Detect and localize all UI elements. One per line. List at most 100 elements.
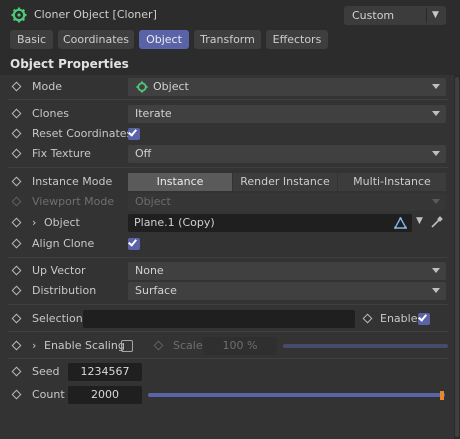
keyframe-icon[interactable] — [362, 313, 373, 324]
enable-label: Enable — [380, 312, 418, 325]
count-input[interactable]: 2000 — [68, 386, 142, 404]
align-clone-row: Align Clone — [0, 234, 454, 254]
caret-down-icon: ▼ — [432, 10, 439, 20]
section-title: Object Properties — [10, 57, 129, 71]
tab-object[interactable]: Object — [139, 30, 189, 49]
keyframe-icon[interactable] — [11, 340, 22, 351]
enable-checkbox[interactable] — [418, 312, 430, 325]
scale-label: Scale — [173, 339, 203, 352]
distribution-row: Distribution Surface — [0, 281, 454, 301]
caret-down-icon — [432, 84, 440, 89]
cloner-gear-icon — [11, 7, 27, 23]
seed-row: Seed 1234567 — [0, 362, 454, 382]
keyframe-icon[interactable] — [11, 176, 22, 187]
keyframe-icon[interactable] — [11, 285, 22, 296]
enable-scaling-row: › Enable Scaling Scale 100 % — [0, 336, 454, 356]
viewport-mode-value: Object — [135, 195, 171, 208]
up-vector-value: None — [135, 264, 164, 277]
selection-link-field[interactable] — [83, 310, 355, 328]
up-vector-label: Up Vector — [32, 264, 86, 277]
divider — [8, 99, 448, 100]
caret-down-icon[interactable]: ▼ — [416, 216, 423, 226]
clones-row: Clones Iterate — [0, 104, 454, 124]
attribute-header: Cloner Object [Cloner] Custom ▼ — [0, 0, 460, 30]
divider — [8, 331, 448, 332]
keyframe-icon[interactable] — [11, 313, 22, 324]
instance-mode-multi-instance[interactable]: Multi-Instance — [338, 173, 446, 191]
mode-dropdown[interactable]: Object — [128, 78, 446, 96]
align-clone-label: Align Clone — [32, 237, 95, 250]
caret-down-icon — [432, 268, 440, 273]
divider — [8, 257, 448, 258]
preset-label: Custom — [352, 9, 395, 22]
check-icon — [418, 312, 427, 322]
preset-separator — [426, 8, 427, 23]
divider — [8, 167, 448, 168]
clones-value: Iterate — [135, 107, 172, 120]
mode-row: Mode Object — [0, 77, 454, 97]
instance-mode-label: Instance Mode — [32, 175, 113, 188]
viewport-mode-label: Viewport Mode — [32, 195, 115, 208]
scale-slider — [283, 344, 448, 348]
tab-basic[interactable]: Basic — [10, 30, 53, 49]
reset-coordinates-checkbox[interactable] — [128, 127, 140, 140]
keyframe-icon[interactable] — [11, 128, 22, 139]
cloner-gear-icon — [136, 81, 148, 93]
viewport-mode-row: Viewport Mode Object — [0, 192, 454, 212]
expand-chevron-icon[interactable]: › — [32, 339, 36, 352]
seed-label: Seed — [32, 365, 60, 378]
clones-dropdown[interactable]: Iterate — [128, 105, 446, 123]
caret-down-icon — [432, 288, 440, 293]
count-label: Count — [32, 388, 65, 401]
distribution-label: Distribution — [32, 284, 97, 297]
tab-coordinates[interactable]: Coordinates — [58, 30, 134, 49]
caret-down-icon — [432, 111, 440, 116]
mode-label: Mode — [32, 80, 62, 93]
selection-label: Selection — [32, 312, 83, 325]
mode-value: Object — [153, 80, 189, 93]
fix-texture-dropdown[interactable]: Off — [128, 145, 446, 163]
caret-down-icon — [432, 199, 440, 204]
expand-chevron-icon[interactable]: › — [32, 216, 36, 229]
instance-mode-instance[interactable]: Instance — [128, 173, 232, 191]
eyedropper-icon[interactable] — [430, 216, 443, 229]
enable-scaling-checkbox[interactable] — [121, 340, 133, 352]
reset-coordinates-label: Reset Coordinates — [32, 127, 133, 140]
distribution-dropdown[interactable]: Surface — [128, 282, 446, 300]
count-row: Count 2000 — [0, 385, 454, 405]
preset-dropdown[interactable]: Custom ▼ — [344, 6, 446, 25]
instance-mode-render-instance[interactable]: Render Instance — [233, 173, 337, 191]
selection-row: Selection Enable — [0, 309, 454, 329]
tab-effectors[interactable]: Effectors — [266, 30, 328, 49]
tab-transform[interactable]: Transform — [194, 30, 261, 49]
check-icon — [128, 237, 137, 247]
keyframe-icon[interactable] — [11, 366, 22, 377]
count-slider-handle[interactable] — [440, 391, 444, 400]
keyframe-icon[interactable] — [11, 238, 22, 249]
viewport-mode-dropdown: Object — [128, 193, 446, 211]
instance-mode-row: Instance Mode Instance Render Instance M… — [0, 172, 454, 192]
caret-down-icon — [432, 151, 440, 156]
up-vector-row: Up Vector None — [0, 261, 454, 281]
scale-input: 100 % — [203, 337, 277, 355]
fix-texture-row: Fix Texture Off — [0, 144, 454, 164]
keyframe-icon[interactable] — [11, 81, 22, 92]
up-vector-dropdown[interactable]: None — [128, 262, 446, 280]
enable-scaling-label: Enable Scaling — [44, 339, 125, 352]
keyframe-icon[interactable] — [11, 389, 22, 400]
align-clone-checkbox[interactable] — [128, 237, 140, 250]
count-slider[interactable] — [148, 393, 445, 397]
divider — [8, 358, 448, 359]
keyframe-icon[interactable] — [11, 108, 22, 119]
object-link-field[interactable]: Plane.1 (Copy) — [128, 214, 412, 232]
keyframe-icon[interactable] — [11, 217, 22, 228]
plane-object-icon — [394, 217, 407, 229]
seed-input[interactable]: 1234567 — [68, 363, 142, 381]
reset-coordinates-row: Reset Coordinates — [0, 124, 454, 144]
keyframe-icon[interactable] — [11, 148, 22, 159]
scrollbar-thumb[interactable] — [455, 77, 459, 437]
scrollbar[interactable] — [454, 75, 460, 439]
object-row: › Object Plane.1 (Copy) ▼ — [0, 213, 454, 233]
keyframe-icon[interactable] — [11, 265, 22, 276]
check-icon — [128, 127, 137, 137]
